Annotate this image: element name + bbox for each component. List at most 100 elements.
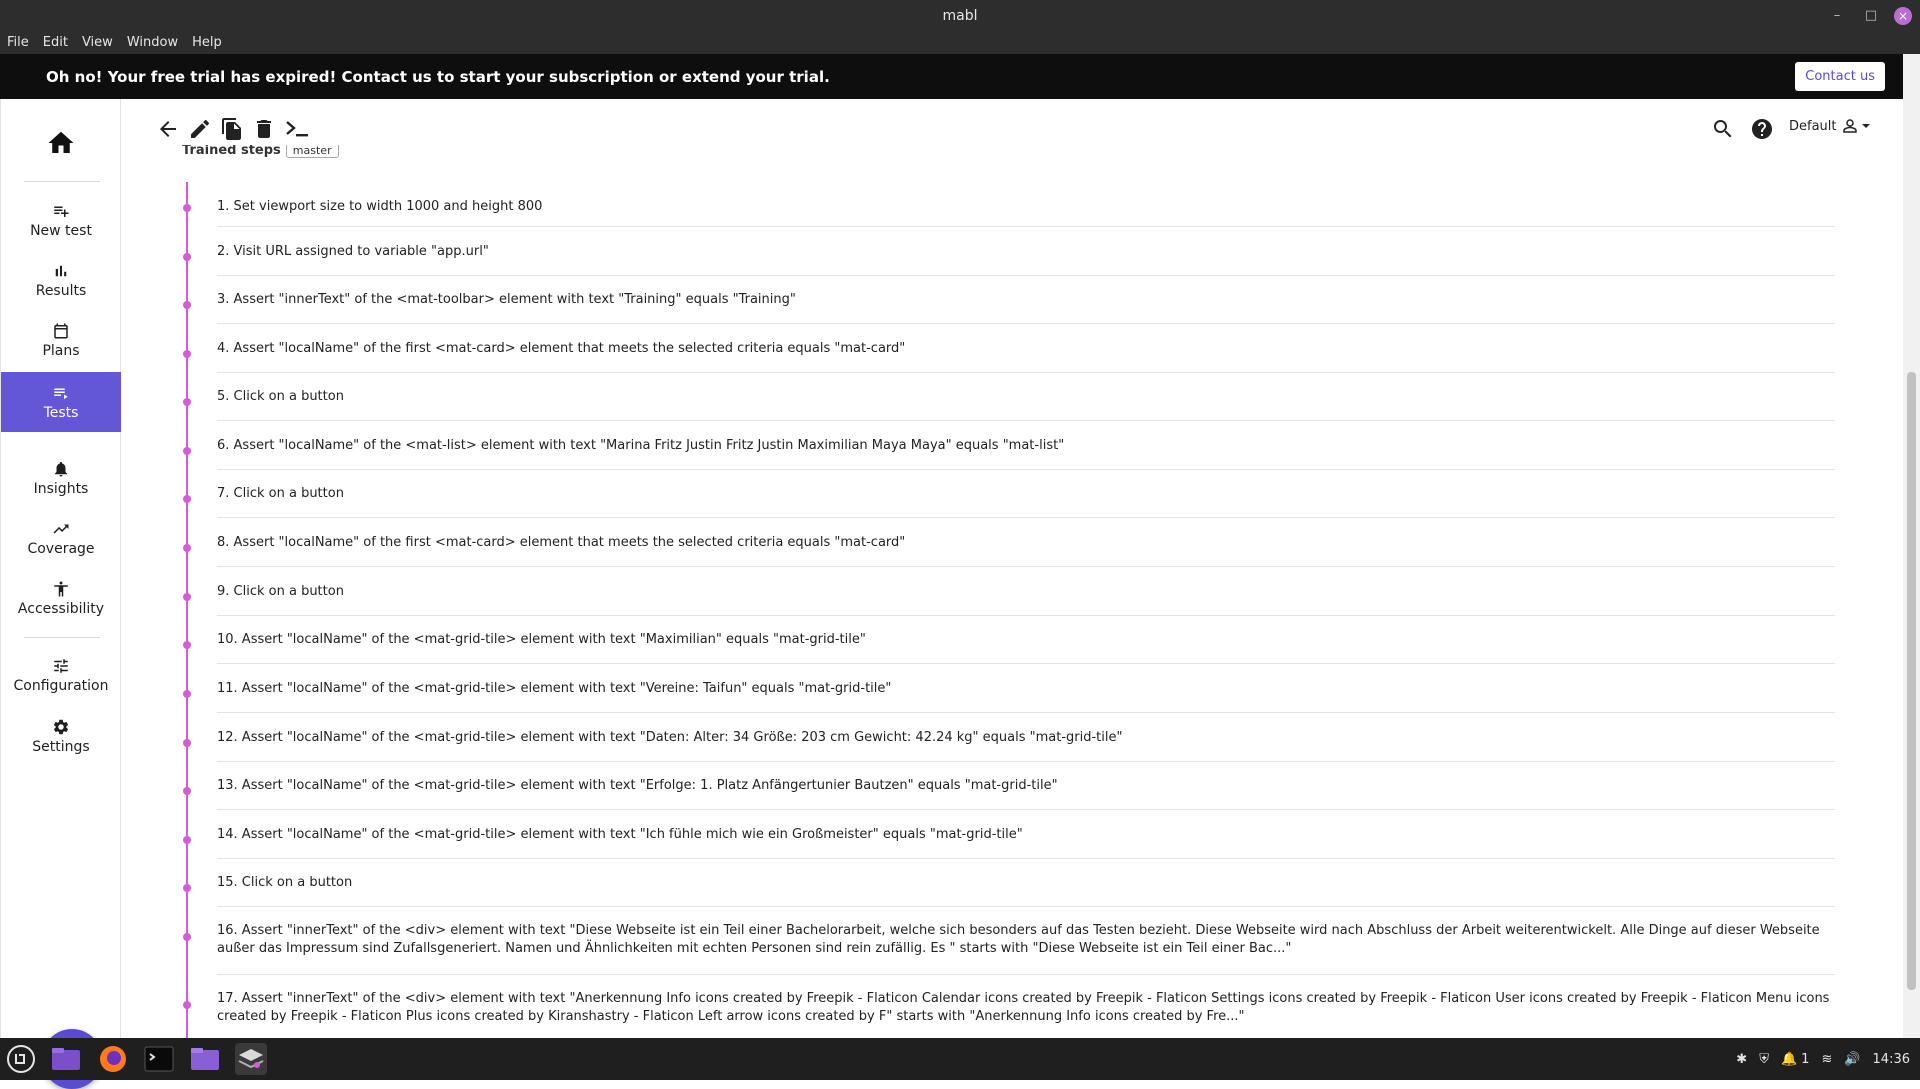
sidebar: New test Results Plans Tests Insights Co… <box>0 99 121 1089</box>
menu-edit[interactable]: Edit <box>43 35 68 50</box>
delete-button[interactable] <box>252 117 276 141</box>
home-icon <box>48 131 74 153</box>
workspace-selector[interactable]: Default <box>1789 117 1871 135</box>
trial-expired-banner: Oh no! Your free trial has expired! Cont… <box>0 54 1903 99</box>
sidebar-item-plans[interactable]: Plans <box>1 311 121 369</box>
list-item[interactable]: 7. Click on a button <box>217 470 1835 518</box>
sidebar-item-label: Configuration <box>13 677 109 694</box>
sidebar-item-insights[interactable]: Insights <box>1 449 121 507</box>
terminal-app-icon <box>144 1046 174 1072</box>
notification-count: 1 <box>1801 1051 1810 1067</box>
taskbar-firefox[interactable] <box>97 1043 129 1075</box>
list-item[interactable]: 15. Click on a button <box>217 859 1835 907</box>
menu-window[interactable]: Window <box>127 35 178 50</box>
edit-button[interactable] <box>188 117 212 141</box>
arrow-left-icon <box>160 121 176 137</box>
close-button[interactable]: × <box>1894 6 1912 25</box>
step-text: 4. Assert "localName" of the first <mat-… <box>217 341 906 356</box>
list-item[interactable]: 1. Set viewport size to width 1000 and h… <box>217 187 1835 227</box>
list-item[interactable]: 11. Assert "localName" of the <mat-grid-… <box>217 664 1835 713</box>
maximize-button[interactable]: □ <box>1854 8 1888 23</box>
home-button[interactable] <box>1 121 121 165</box>
list-item[interactable]: 8. Assert "localName" of the first <mat-… <box>217 518 1835 567</box>
shield-icon[interactable]: ⛨ <box>1759 1052 1769 1067</box>
list-item[interactable]: 17. Assert "innerText" of the <div> elem… <box>217 975 1835 1038</box>
step-text: 16. Assert "innerText" of the <div> elem… <box>217 923 1820 956</box>
menu-file[interactable]: File <box>7 35 29 50</box>
list-item[interactable]: 2. Visit URL assigned to variable "app.u… <box>217 227 1835 276</box>
list-item[interactable]: 10. Assert "localName" of the <mat-grid-… <box>217 616 1835 664</box>
step-text: 8. Assert "localName" of the first <mat-… <box>217 535 906 550</box>
list-item[interactable]: 14. Assert "localName" of the <mat-grid-… <box>217 810 1835 859</box>
sidebar-item-label: Tests <box>43 404 79 421</box>
taskbar-files-app[interactable] <box>50 1043 82 1075</box>
window-titlebar: mabl – □ × <box>0 0 1920 31</box>
step-text: 10. Assert "localName" of the <mat-grid-… <box>217 632 866 647</box>
user-icon <box>1842 119 1857 133</box>
menu-view[interactable]: View <box>82 35 113 50</box>
taskbar-folder[interactable] <box>189 1043 221 1075</box>
duplicate-button[interactable] <box>220 117 244 141</box>
start-menu-button[interactable] <box>5 1043 37 1075</box>
list-item[interactable]: 6. Assert "localName" of the <mat-list> … <box>217 421 1835 470</box>
wifi-icon[interactable]: ≋ <box>1821 1052 1832 1067</box>
bluetooth-icon[interactable]: ✱ <box>1736 1052 1747 1067</box>
minimize-button[interactable]: – <box>1820 8 1854 23</box>
menu-bar: File Edit View Window Help <box>0 31 1920 54</box>
help-button[interactable] <box>1750 117 1774 141</box>
trash-icon <box>257 120 271 138</box>
sidebar-divider <box>24 637 100 638</box>
branch-badge: master <box>285 145 339 158</box>
clock[interactable]: 14:36 <box>1873 1052 1910 1067</box>
sidebar-item-settings[interactable]: Settings <box>1 707 121 765</box>
list-item[interactable]: 12. Assert "localName" of the <mat-grid-… <box>217 713 1835 762</box>
sidebar-item-new-test[interactable]: New test <box>1 191 121 249</box>
taskbar-terminal[interactable] <box>143 1043 175 1075</box>
step-marker <box>183 690 191 698</box>
step-text: 1. Set viewport size to width 1000 and h… <box>217 199 543 214</box>
list-item[interactable]: 4. Assert "localName" of the first <mat-… <box>217 324 1835 373</box>
menu-help[interactable]: Help <box>192 35 222 50</box>
sidebar-item-accessibility[interactable]: Accessibility <box>1 569 121 627</box>
sidebar-item-coverage[interactable]: Coverage <box>1 509 121 567</box>
copy-icon <box>222 118 241 140</box>
contact-us-button[interactable]: Contact us <box>1795 62 1885 91</box>
back-button[interactable] <box>156 117 180 141</box>
run-cli-button[interactable] <box>284 117 312 141</box>
list-item[interactable]: 3. Assert "innerText" of the <mat-toolba… <box>217 276 1835 324</box>
search-button[interactable] <box>1711 117 1735 141</box>
scrollbar-thumb[interactable] <box>1907 372 1916 990</box>
pencil-icon <box>191 119 210 138</box>
bar-chart-icon <box>55 265 67 276</box>
step-text: 15. Click on a button <box>217 875 353 890</box>
taskbar-mabl[interactable] <box>235 1043 267 1075</box>
step-marker <box>183 398 191 406</box>
sidebar-item-label: New test <box>30 222 92 239</box>
terminal-icon <box>286 121 308 137</box>
sidebar-item-label: Plans <box>42 342 80 359</box>
step-text: 2. Visit URL assigned to variable "app.u… <box>217 244 489 259</box>
notification-bell-icon[interactable]: 🔔 <box>1781 1052 1797 1067</box>
list-item[interactable]: 16. Assert "innerText" of the <div> elem… <box>217 907 1835 975</box>
mint-logo-icon <box>7 1045 35 1073</box>
volume-icon[interactable]: 🔊 <box>1844 1052 1860 1067</box>
window-title: mabl <box>942 7 978 24</box>
timeline-line <box>186 182 188 1038</box>
step-marker <box>183 447 191 455</box>
calendar-icon <box>54 323 68 338</box>
sidebar-item-results[interactable]: Results <box>1 251 121 309</box>
vertical-scrollbar[interactable] <box>1903 54 1920 1038</box>
sidebar-item-tests[interactable]: Tests <box>1 372 121 432</box>
step-text: 7. Click on a button <box>217 486 344 501</box>
step-text: 17. Assert "innerText" of the <div> elem… <box>217 991 1830 1024</box>
list-item[interactable]: 13. Assert "localName" of the <mat-grid-… <box>217 762 1835 810</box>
section-header: Trained steps master <box>182 145 339 158</box>
list-item[interactable]: 5. Click on a button <box>217 373 1835 421</box>
step-marker <box>183 204 191 212</box>
step-marker <box>183 593 191 601</box>
sidebar-item-label: Coverage <box>27 540 95 557</box>
mabl-app-icon <box>238 1049 264 1069</box>
sidebar-item-configuration[interactable]: Configuration <box>1 646 121 704</box>
workspace-name: Default <box>1789 118 1837 134</box>
list-item[interactable]: 9. Click on a button <box>217 567 1835 616</box>
